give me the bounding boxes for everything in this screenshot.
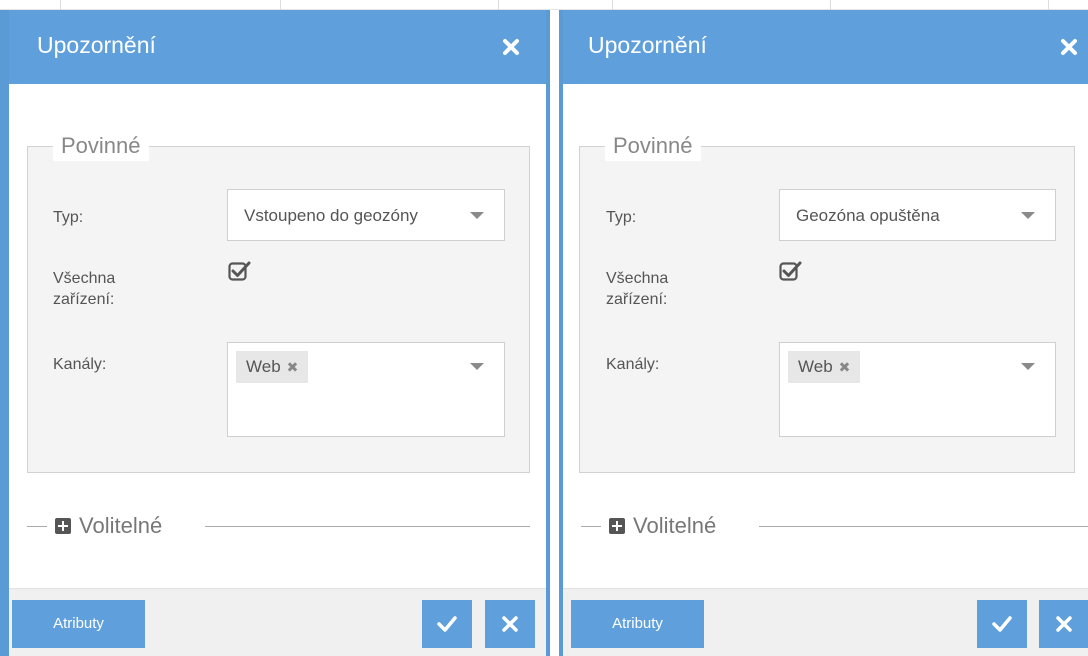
- dialog-title: Upozornění: [588, 32, 707, 58]
- checkbox-checked-icon: [779, 261, 802, 281]
- check-icon: [437, 616, 457, 632]
- type-label: Typ:: [606, 209, 637, 226]
- all-devices-label: Všechna zařízení:: [606, 270, 669, 308]
- channels-multiselect[interactable]: Web ✖: [227, 342, 505, 437]
- background-toolbar-line: [0, 0, 1088, 10]
- background-tick: [280, 0, 281, 10]
- notification-dialog-entered: Upozornění Povinné Typ: Vstoupeno do geo…: [0, 10, 550, 656]
- save-button[interactable]: [977, 600, 1027, 648]
- dialog-footer: Atributy: [9, 588, 546, 656]
- checkbox-checked-icon: [228, 261, 251, 281]
- dialog-title: Upozornění: [37, 32, 156, 58]
- channels-label: Kanály:: [606, 356, 660, 373]
- close-icon: [502, 616, 518, 632]
- type-select[interactable]: Vstoupeno do geozóny: [227, 189, 505, 241]
- plus-square-icon[interactable]: [609, 518, 625, 534]
- dialog-titlebar: Upozornění: [9, 10, 546, 84]
- optional-legend[interactable]: Volitelné: [633, 511, 716, 541]
- dialog-titlebar: Upozornění: [563, 10, 1088, 84]
- divider: [27, 526, 47, 527]
- check-icon: [992, 616, 1012, 632]
- background-tick: [830, 0, 831, 10]
- background-tick: [1048, 0, 1049, 10]
- close-icon[interactable]: [500, 36, 522, 58]
- caret-down-icon: [470, 212, 484, 219]
- remove-tag-icon[interactable]: ✖: [287, 351, 299, 383]
- background-tick: [612, 0, 613, 10]
- background-tick: [60, 0, 61, 10]
- caret-down-icon: [1021, 363, 1035, 370]
- type-select-value: Geozóna opuštěna: [796, 206, 940, 225]
- attributes-button[interactable]: Atributy: [571, 600, 704, 648]
- background-tick: [498, 0, 499, 10]
- optional-section-header[interactable]: Volitelné: [27, 511, 530, 541]
- required-legend: Povinné: [605, 131, 701, 161]
- dialog-footer: Atributy: [563, 588, 1088, 656]
- type-select[interactable]: Geozóna opuštěna: [779, 189, 1056, 241]
- caret-down-icon: [1021, 212, 1035, 219]
- type-select-value: Vstoupeno do geozóny: [244, 206, 418, 225]
- optional-legend[interactable]: Volitelné: [79, 511, 162, 541]
- plus-square-icon[interactable]: [55, 518, 71, 534]
- close-icon[interactable]: [1058, 36, 1080, 58]
- remove-tag-icon[interactable]: ✖: [839, 351, 851, 383]
- cancel-button[interactable]: [485, 600, 535, 648]
- dialog-body: Povinné Typ: Vstoupeno do geozóny Všechn…: [9, 84, 546, 588]
- channels-label: Kanály:: [53, 356, 107, 373]
- attributes-button[interactable]: Atributy: [12, 600, 145, 648]
- all-devices-label: Všechna zařízení:: [53, 270, 116, 308]
- divider: [205, 526, 530, 527]
- dialog-body: Povinné Typ: Geozóna opuštěna Všechna za…: [563, 84, 1088, 588]
- cancel-button[interactable]: [1039, 600, 1088, 648]
- channels-multiselect[interactable]: Web ✖: [779, 342, 1056, 437]
- channel-tag: Web ✖: [788, 351, 861, 383]
- divider: [759, 526, 1088, 527]
- divider: [581, 526, 601, 527]
- type-label: Typ:: [53, 209, 84, 226]
- caret-down-icon: [470, 363, 484, 370]
- channel-tag-label: Web: [246, 357, 281, 376]
- channel-tag: Web ✖: [236, 351, 309, 383]
- all-devices-checkbox[interactable]: [779, 260, 803, 282]
- optional-section-header[interactable]: Volitelné: [581, 511, 1088, 541]
- channel-tag-label: Web: [798, 357, 833, 376]
- required-legend: Povinné: [53, 131, 149, 161]
- notification-dialog-exited: Upozornění Povinné Typ: Geozóna opuštěna…: [559, 10, 1088, 656]
- close-icon: [1056, 616, 1072, 632]
- save-button[interactable]: [422, 600, 472, 648]
- all-devices-checkbox[interactable]: [228, 260, 252, 282]
